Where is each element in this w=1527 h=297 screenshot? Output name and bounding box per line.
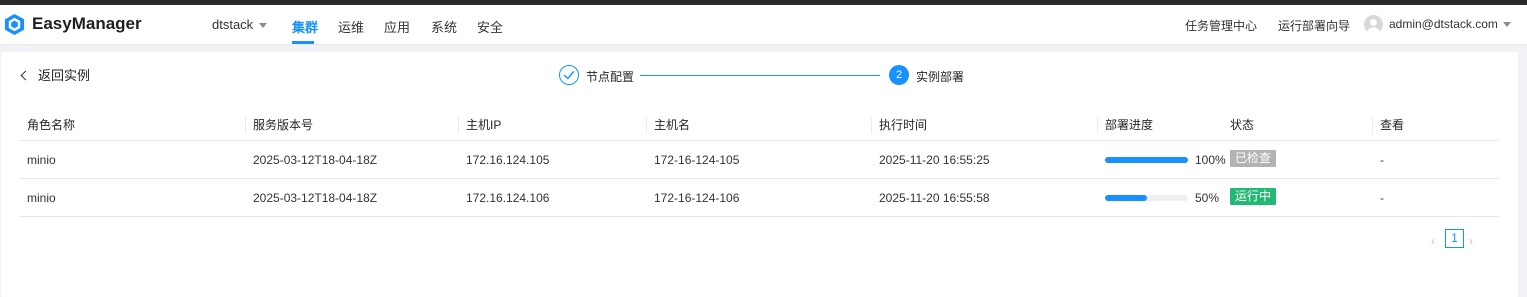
user-email: admin@dtstack.com (1389, 17, 1498, 31)
chevron-down-icon (1502, 22, 1511, 28)
cell-version: 2025-03-12T18-04-18Z (253, 191, 378, 205)
step-done-check-icon (559, 65, 579, 85)
status-badge: 运行中 (1230, 188, 1277, 205)
cell-time: 2025-11-20 16:55:25 (879, 153, 990, 167)
check-icon (563, 71, 575, 80)
status-badge: 已检查 (1230, 150, 1277, 167)
table-row: minio 2025-03-12T18-04-18Z 172.16.124.10… (19, 179, 1499, 217)
chevron-down-icon (259, 23, 268, 29)
column-header-progress: 部署进度 (1105, 118, 1154, 132)
table-row: minio 2025-03-12T18-04-18Z 172.16.124.10… (19, 141, 1499, 179)
column-header-view: 查看 (1380, 118, 1405, 132)
cell-hostname: 172-16-124-106 (654, 191, 740, 205)
column-header-role: 角色名称 (27, 118, 76, 132)
nav-security[interactable]: 安全 (477, 17, 503, 36)
nav-ops[interactable]: 运维 (338, 17, 364, 36)
pagination-page[interactable]: 1 (1445, 229, 1464, 248)
column-header-hostname: 主机名 (654, 118, 691, 132)
easymanager-logo-icon (4, 13, 25, 36)
progress-text: 50% (1195, 191, 1220, 205)
chevron-left-icon (20, 70, 31, 81)
tenant-name: dtstack (212, 17, 254, 32)
column-header-version: 服务版本号 (253, 118, 314, 132)
column-divider (458, 117, 459, 134)
back-button[interactable]: 返回实例 (20, 65, 91, 84)
nav-system[interactable]: 系统 (431, 17, 457, 36)
step-node-config-label: 节点配置 (586, 70, 635, 84)
deploy-card: 返回实例 节点配置 2 实例部署 角色名称 服务版本号 主机IP 主机名 执行时… (1, 52, 1518, 297)
column-header-status: 状态 (1230, 118, 1255, 132)
column-header-time: 执行时间 (879, 118, 928, 132)
deploy-wizard-link[interactable]: 运行部署向导 (1278, 17, 1350, 34)
column-divider (646, 117, 647, 134)
step-connector (640, 75, 880, 76)
avatar[interactable] (1364, 15, 1383, 34)
cell-view[interactable]: - (1380, 191, 1384, 205)
progress-fill (1105, 157, 1188, 163)
cell-ip: 172.16.124.105 (466, 153, 550, 167)
user-avatar-icon (1367, 19, 1380, 34)
progress-bar (1105, 195, 1188, 201)
tenant-selector[interactable]: dtstack (212, 17, 268, 32)
deploy-table: 角色名称 服务版本号 主机IP 主机名 执行时间 部署进度 状态 查看 mini… (19, 110, 1499, 217)
nav-apps[interactable]: 应用 (384, 17, 410, 36)
cell-time: 2025-11-20 16:55:58 (879, 191, 990, 205)
nav-cluster[interactable]: 集群 (292, 17, 318, 36)
cell-role: minio (27, 153, 56, 167)
cell-ip: 172.16.124.106 (466, 191, 550, 205)
pagination-next-icon[interactable]: › (1469, 234, 1473, 248)
column-divider (871, 117, 872, 134)
pagination-prev-icon[interactable]: ‹ (1431, 234, 1435, 248)
column-divider (245, 117, 246, 134)
table-header: 角色名称 服务版本号 主机IP 主机名 执行时间 部署进度 状态 查看 (19, 110, 1499, 141)
progress-text: 100% (1195, 153, 1226, 167)
task-center-link[interactable]: 任务管理中心 (1185, 17, 1257, 34)
cell-hostname: 172-16-124-105 (654, 153, 740, 167)
cell-version: 2025-03-12T18-04-18Z (253, 153, 378, 167)
progress-bar (1105, 157, 1188, 163)
top-header: EasyManager dtstack 集群 运维 应用 系统 安全 任务管理中… (0, 5, 1527, 45)
column-header-ip: 主机IP (466, 118, 502, 132)
brand-name: EasyManager (32, 14, 142, 33)
nav-active-indicator (292, 41, 314, 44)
step-instance-deploy-label: 实例部署 (916, 70, 965, 84)
cell-role: minio (27, 191, 56, 205)
user-menu[interactable]: admin@dtstack.com (1389, 17, 1511, 31)
column-divider (1097, 117, 1098, 134)
step-number-badge: 2 (889, 65, 909, 85)
progress-fill (1105, 195, 1147, 201)
back-label: 返回实例 (38, 68, 91, 83)
column-divider (1372, 117, 1373, 134)
cell-view[interactable]: - (1380, 153, 1384, 167)
